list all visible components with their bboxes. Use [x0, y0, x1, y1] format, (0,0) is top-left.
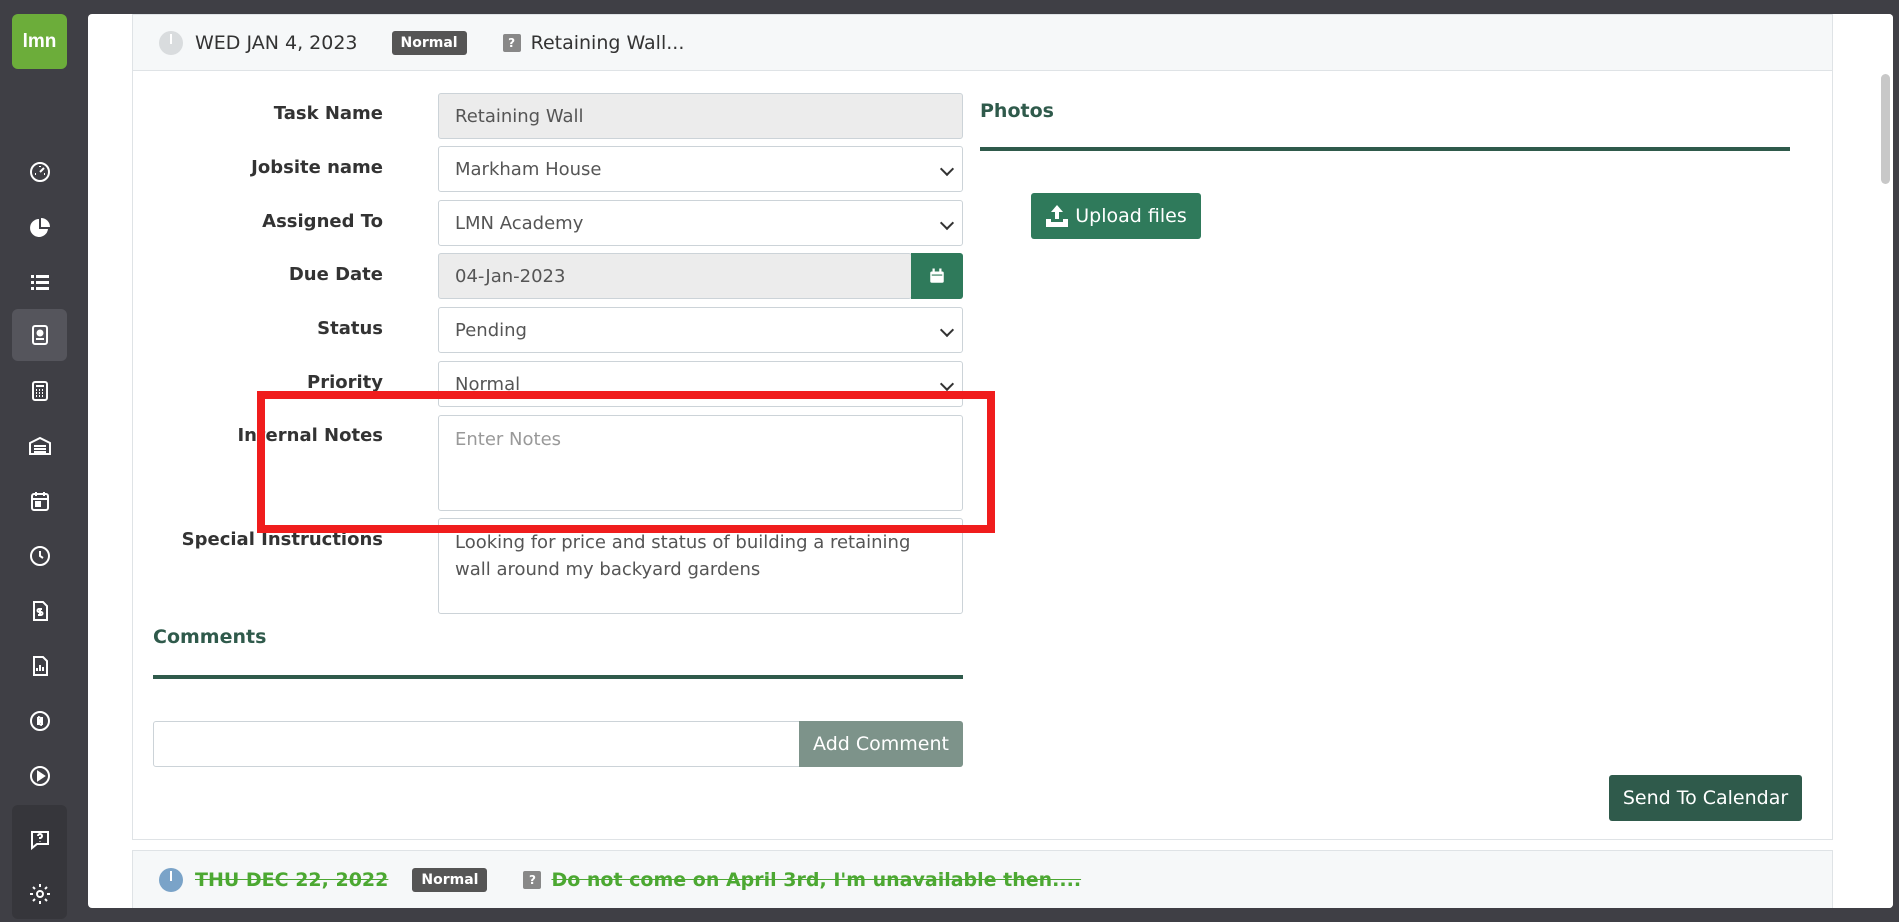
- due-date-field[interactable]: 04-Jan-2023: [438, 253, 912, 299]
- sidebar: lmn: [0, 0, 88, 922]
- next-task-title: Do not come on April 3rd, I'm unavailabl…: [551, 869, 1082, 891]
- internal-notes-label: Internal Notes: [237, 425, 383, 446]
- special-instructions-textarea[interactable]: Looking for price and status of building…: [438, 518, 963, 614]
- next-task-date: THU DEC 22, 2022: [195, 869, 389, 891]
- main-content: WED JAN 4, 2023 Normal ? Retaining Wall.…: [88, 14, 1893, 908]
- help-chat-icon[interactable]: [12, 814, 67, 866]
- comment-input[interactable]: [153, 721, 800, 767]
- task-header[interactable]: WED JAN 4, 2023 Normal ? Retaining Wall.…: [133, 15, 1832, 71]
- add-comment-button[interactable]: Add Comment: [799, 721, 963, 767]
- upload-files-label: Upload files: [1075, 205, 1187, 227]
- dashboard-icon[interactable]: [12, 146, 67, 198]
- contact-card-icon[interactable]: [12, 309, 67, 361]
- quickbooks-icon[interactable]: [12, 695, 67, 747]
- list-icon[interactable]: [12, 257, 67, 309]
- next-task-priority-badge: Normal: [412, 868, 488, 892]
- assigned-value: LMN Academy: [455, 212, 584, 234]
- task-status-clock-icon: [159, 868, 183, 892]
- priority-value: Normal: [455, 373, 521, 395]
- status-label: Status: [317, 318, 383, 339]
- calendar-picker-button[interactable]: [911, 253, 963, 299]
- comments-title: Comments: [153, 626, 267, 648]
- priority-badge: Normal: [391, 30, 467, 55]
- logo-text: lmn: [22, 30, 57, 52]
- next-task-row[interactable]: THU DEC 22, 2022 Normal ? Do not come on…: [132, 850, 1833, 908]
- pie-chart-icon[interactable]: [12, 202, 67, 254]
- due-date-value: 04-Jan-2023: [455, 265, 566, 287]
- priority-label: Priority: [307, 372, 383, 393]
- send-to-calendar-button[interactable]: Send To Calendar: [1609, 775, 1802, 821]
- jobsite-select[interactable]: Markham House: [438, 146, 963, 192]
- photos-divider: [980, 147, 1790, 151]
- task-name-label: Task Name: [273, 103, 383, 124]
- add-comment-label: Add Comment: [813, 733, 949, 755]
- task-name-value: Retaining Wall: [455, 105, 584, 127]
- jobsite-value: Markham House: [455, 158, 602, 180]
- send-to-calendar-label: Send To Calendar: [1622, 787, 1789, 809]
- question-icon: ?: [502, 33, 521, 52]
- upload-files-button[interactable]: Upload files: [1031, 193, 1201, 239]
- task-status-clock-icon: [159, 30, 183, 55]
- assigned-select[interactable]: LMN Academy: [438, 200, 963, 246]
- report-icon[interactable]: [12, 640, 67, 692]
- scrollbar-thumb[interactable]: [1881, 74, 1890, 184]
- photos-title: Photos: [980, 100, 1054, 122]
- invoice-icon[interactable]: [12, 585, 67, 637]
- task-title: Retaining Wall...: [530, 31, 685, 54]
- comments-divider: [153, 675, 963, 679]
- question-icon: ?: [523, 871, 542, 889]
- status-select[interactable]: Pending: [438, 307, 963, 353]
- priority-select[interactable]: Normal: [438, 361, 963, 407]
- task-card: WED JAN 4, 2023 Normal ? Retaining Wall.…: [132, 14, 1833, 840]
- upload-icon: [1046, 205, 1069, 227]
- due-date-label: Due Date: [288, 264, 383, 285]
- lmn-logo[interactable]: lmn: [12, 14, 67, 69]
- calendar-icon[interactable]: [12, 475, 67, 527]
- play-icon[interactable]: [12, 750, 67, 802]
- assigned-label: Assigned To: [262, 211, 383, 232]
- calculator-icon[interactable]: [12, 365, 67, 417]
- task-name-field[interactable]: Retaining Wall: [438, 93, 963, 139]
- warehouse-icon[interactable]: [12, 420, 67, 472]
- calendar-icon: [930, 268, 944, 283]
- clock-icon[interactable]: [12, 530, 67, 582]
- internal-notes-textarea[interactable]: [438, 415, 963, 511]
- task-date: WED JAN 4, 2023: [195, 31, 358, 54]
- scrollbar[interactable]: [1877, 14, 1893, 908]
- status-value: Pending: [455, 319, 527, 341]
- special-instructions-label: Special Instructions: [181, 529, 383, 550]
- jobsite-label: Jobsite name: [251, 157, 383, 178]
- settings-icon[interactable]: [12, 868, 67, 920]
